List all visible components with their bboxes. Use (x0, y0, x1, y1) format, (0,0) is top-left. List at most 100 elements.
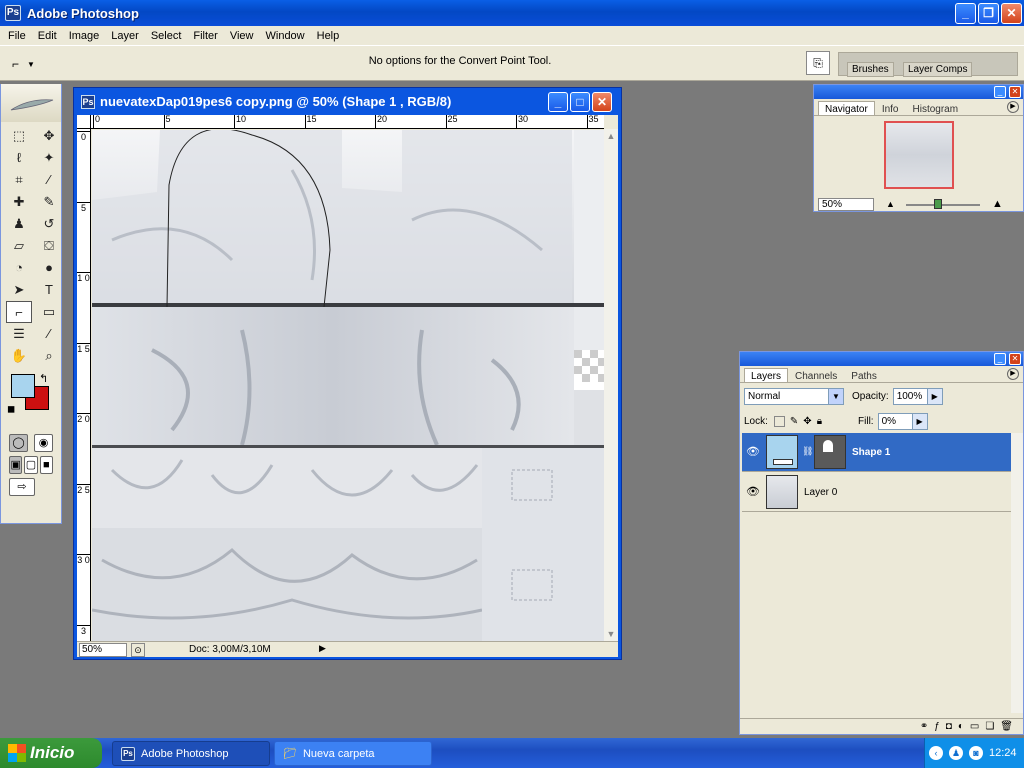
lock-brush-icon[interactable]: ✎ (790, 416, 798, 427)
new-group-icon[interactable]: ▭ (970, 721, 979, 732)
lock-move-icon[interactable]: ✥ (803, 416, 811, 427)
navigator-panel-bar[interactable]: _ ✕ (814, 85, 1023, 99)
path-select-tool-icon[interactable]: ➤ (6, 279, 32, 301)
tab-navigator[interactable]: Navigator (818, 101, 875, 115)
opacity-arrow-icon[interactable]: ▶ (926, 388, 942, 404)
status-menu-icon[interactable]: ⊙ (131, 643, 145, 657)
fill-field[interactable]: 0% ▶ (877, 412, 928, 430)
task-nueva-carpeta[interactable]: 📁︎ Nueva carpeta (274, 741, 432, 766)
quick-mask-button[interactable]: ◉ (34, 434, 53, 452)
document-title-bar[interactable]: Ps nuevatexDap019pes6 copy.png @ 50% (Sh… (74, 88, 621, 115)
palette-well-icon[interactable]: ⎘ (806, 51, 830, 75)
layer-row-shape-1[interactable]: 👁︎ ⛓ Shape 1 (742, 433, 1020, 472)
jump-to-imageready-button[interactable]: ⇨ (9, 478, 35, 496)
menu-edit[interactable]: Edit (32, 30, 63, 42)
menu-window[interactable]: Window (260, 30, 311, 42)
ruler-left[interactable]: 0 5 1 0 1 5 2 0 2 5 3 0 3 (77, 129, 91, 641)
healing-tool-icon[interactable]: ✚ (6, 191, 32, 213)
scroll-down-icon[interactable]: ▼ (604, 627, 618, 641)
zoom-slider-knob[interactable] (934, 199, 942, 209)
lasso-tool-icon[interactable]: ℓ (6, 147, 32, 169)
visibility-eye-icon[interactable]: 👁︎ (744, 485, 762, 498)
scroll-up-icon[interactable]: ▲ (604, 129, 618, 143)
layer-name[interactable]: Shape 1 (852, 447, 890, 458)
layers-close-button[interactable]: ✕ (1009, 353, 1021, 365)
dodge-tool-icon[interactable]: ● (36, 257, 62, 279)
layer-style-icon[interactable]: ƒ (934, 721, 940, 732)
minimize-button[interactable]: _ (955, 3, 976, 24)
magic-wand-tool-icon[interactable]: ✦ (36, 147, 62, 169)
close-button[interactable]: ✕ (1001, 3, 1022, 24)
zoom-in-icon[interactable]: ▲ (992, 198, 1003, 210)
messenger-icon[interactable]: ◙ (969, 746, 983, 760)
paint-bucket-tool-icon[interactable]: ⛋ (36, 235, 62, 257)
zoom-tool-icon[interactable]: ⌕ (36, 345, 62, 367)
restore-button[interactable]: ❐ (978, 3, 999, 24)
link-icon[interactable]: ⛓ (802, 446, 813, 457)
clock[interactable]: 12:24 (989, 747, 1017, 759)
move-tool-icon[interactable]: ✥ (36, 125, 62, 147)
swap-colors-icon[interactable]: ↰ (39, 372, 48, 385)
marquee-tool-icon[interactable]: ⬚ (6, 125, 32, 147)
visibility-eye-icon[interactable]: 👁︎ (744, 445, 762, 458)
default-colors-icon[interactable]: ◼ (7, 404, 15, 415)
menu-help[interactable]: Help (311, 30, 346, 42)
standard-mode-button[interactable]: ◯ (9, 434, 28, 452)
type-tool-icon[interactable]: T (36, 279, 62, 301)
history-brush-tool-icon[interactable]: ↺ (36, 213, 62, 235)
navigator-thumbnail[interactable] (884, 121, 954, 189)
eyedropper-tool-icon[interactable]: ⁄ (36, 323, 62, 345)
zoom-out-icon[interactable]: ▲ (886, 199, 895, 209)
well-tab-brushes[interactable]: Brushes (847, 62, 894, 77)
menu-filter[interactable]: Filter (187, 30, 223, 42)
tab-channels[interactable]: Channels (788, 368, 844, 382)
add-mask-icon[interactable]: ◘ (946, 721, 952, 732)
network-icon[interactable]: ♟ (949, 746, 963, 760)
link-layers-icon[interactable]: ⚭ (920, 721, 928, 732)
layers-scrollbar[interactable] (1011, 433, 1023, 713)
slice-tool-icon[interactable]: ⁄ (36, 169, 62, 191)
vertical-scrollbar[interactable]: ▲ ▼ (604, 129, 618, 641)
zoom-slider[interactable] (906, 204, 980, 206)
layer-fill-thumbnail[interactable] (766, 435, 798, 469)
lock-transparency-icon[interactable] (773, 415, 785, 427)
vector-mask-thumbnail[interactable] (814, 435, 846, 469)
menu-layer[interactable]: Layer (105, 30, 145, 42)
ruler-origin[interactable] (77, 115, 91, 129)
convert-point-tool-icon[interactable]: ⌐ (6, 301, 32, 323)
full-screen-menu-button[interactable]: ▢ (24, 456, 38, 474)
navigator-minimize-button[interactable]: _ (994, 86, 1006, 98)
status-arrow-icon[interactable]: ▶ (319, 643, 331, 657)
tray-arrow-icon[interactable]: ‹ (929, 746, 943, 760)
app-title-bar[interactable]: Ps Adobe Photoshop _ ❐ ✕ (0, 0, 1024, 26)
tab-histogram[interactable]: Histogram (906, 101, 966, 115)
layer-name[interactable]: Layer 0 (804, 487, 837, 498)
tool-preset-picker[interactable]: ⌐ ▼ (12, 53, 56, 75)
blur-tool-icon[interactable]: ◔ (6, 257, 32, 279)
layer-row-layer-0[interactable]: 👁︎ Layer 0 (742, 473, 1020, 512)
canvas[interactable] (92, 130, 604, 641)
layers-panel-bar[interactable]: _ ✕ (740, 352, 1023, 366)
menu-file[interactable]: File (2, 30, 32, 42)
task-photoshop[interactable]: Ps Adobe Photoshop (112, 741, 270, 766)
blend-mode-select[interactable]: Normal ▼ (744, 387, 844, 405)
menu-select[interactable]: Select (145, 30, 188, 42)
navigator-menu-icon[interactable]: ▶ (1007, 101, 1019, 113)
menu-view[interactable]: View (224, 30, 260, 42)
foreground-color[interactable] (11, 374, 35, 398)
adjustment-layer-icon[interactable]: ◐ (958, 721, 964, 732)
toolbox-header[interactable] (1, 84, 61, 122)
new-layer-icon[interactable]: ❏ (985, 721, 994, 732)
stamp-tool-icon[interactable]: ♟ (6, 213, 32, 235)
rectangle-tool-icon[interactable]: ▭ (36, 301, 62, 323)
tab-paths[interactable]: Paths (844, 368, 884, 382)
eraser-tool-icon[interactable]: ▱ (6, 235, 32, 257)
menu-image[interactable]: Image (63, 30, 106, 42)
doc-close-button[interactable]: ✕ (592, 92, 612, 112)
fill-arrow-icon[interactable]: ▶ (911, 413, 927, 429)
opacity-field[interactable]: 100% ▶ (892, 387, 943, 405)
start-button[interactable]: Inicio (0, 738, 102, 768)
layers-minimize-button[interactable]: _ (994, 353, 1006, 365)
layer-thumbnail[interactable] (766, 475, 798, 509)
doc-minimize-button[interactable]: _ (548, 92, 568, 112)
